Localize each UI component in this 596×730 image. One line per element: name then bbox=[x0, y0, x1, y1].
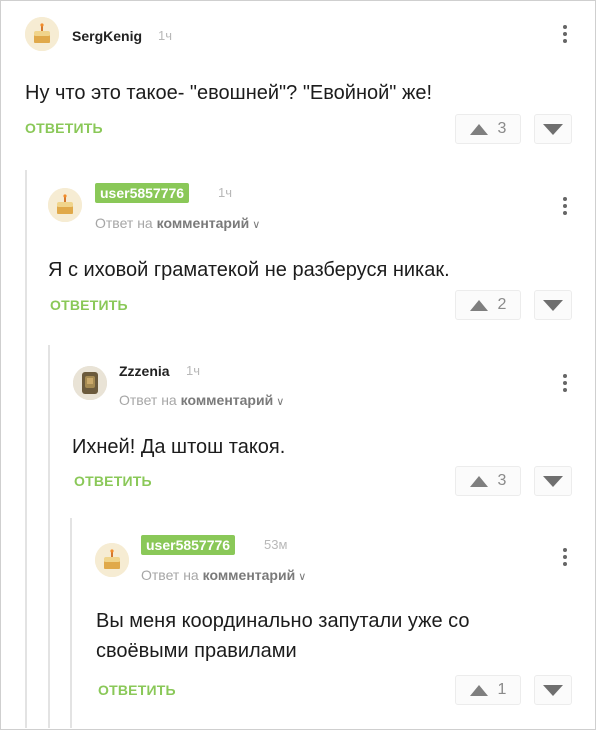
reply-target[interactable]: комментарий bbox=[157, 215, 250, 231]
reply-prefix: Ответ на bbox=[119, 392, 177, 408]
avatar[interactable] bbox=[25, 17, 59, 51]
upvote-icon bbox=[469, 475, 488, 487]
comment-text-line: Вы меня координально запутали уже со bbox=[96, 610, 470, 632]
upvote-icon bbox=[469, 299, 488, 311]
avatar[interactable] bbox=[48, 188, 82, 222]
chevron-down-icon: ∨ bbox=[252, 219, 261, 231]
timestamp: 1ч bbox=[186, 363, 201, 378]
comment-text: Я с иховой граматекой не разберуся никак… bbox=[48, 259, 450, 281]
username[interactable]: user5857776 bbox=[141, 535, 236, 555]
avatar[interactable] bbox=[73, 366, 107, 400]
more-menu-icon[interactable] bbox=[562, 23, 568, 45]
reply-target[interactable]: комментарий bbox=[181, 392, 274, 408]
cake-icon bbox=[25, 17, 59, 51]
upvote-button[interactable]: 3 bbox=[455, 114, 521, 144]
timestamp: 53м bbox=[264, 537, 288, 552]
comment-text: Ихней! Да штош такоя. bbox=[72, 436, 286, 458]
upvote-icon bbox=[469, 684, 488, 696]
comment-text: Ну что это такое- "евошней"? "Евойной" ж… bbox=[25, 82, 433, 104]
reply-to-link[interactable]: Ответ на комментарий ∨ bbox=[141, 567, 306, 583]
upvote-button[interactable]: 1 bbox=[455, 675, 521, 705]
reply-to-link[interactable]: Ответ на комментарий ∨ bbox=[95, 215, 260, 231]
downvote-button[interactable] bbox=[534, 675, 572, 705]
timestamp: 1ч bbox=[158, 28, 173, 43]
downvote-button[interactable] bbox=[534, 114, 572, 144]
vote-count: 3 bbox=[497, 120, 507, 137]
thread-line bbox=[70, 518, 72, 728]
more-menu-icon[interactable] bbox=[562, 546, 568, 568]
vote-count: 2 bbox=[497, 296, 507, 313]
downvote-icon bbox=[543, 299, 563, 311]
username[interactable]: SergKenig bbox=[72, 28, 142, 44]
reply-button[interactable]: ОТВЕТИТЬ bbox=[50, 297, 128, 313]
reply-prefix: Ответ на bbox=[95, 215, 153, 231]
downvote-icon bbox=[543, 684, 563, 696]
reply-to-link[interactable]: Ответ на комментарий ∨ bbox=[119, 392, 284, 408]
upvote-icon bbox=[469, 123, 488, 135]
chevron-down-icon: ∨ bbox=[276, 396, 285, 408]
cake-icon bbox=[48, 188, 82, 222]
thread-line bbox=[25, 170, 27, 728]
vote-count: 1 bbox=[497, 681, 507, 698]
downvote-icon bbox=[543, 123, 563, 135]
vote-count: 3 bbox=[497, 472, 507, 489]
reply-target[interactable]: комментарий bbox=[203, 567, 296, 583]
reply-button[interactable]: ОТВЕТИТЬ bbox=[74, 473, 152, 489]
upvote-button[interactable]: 2 bbox=[455, 290, 521, 320]
downvote-icon bbox=[543, 475, 563, 487]
username[interactable]: user5857776 bbox=[95, 183, 190, 203]
downvote-button[interactable] bbox=[534, 466, 572, 496]
upvote-button[interactable]: 3 bbox=[455, 466, 521, 496]
photo-avatar bbox=[73, 366, 107, 400]
timestamp: 1ч bbox=[218, 185, 233, 200]
cake-icon bbox=[95, 543, 129, 577]
chevron-down-icon: ∨ bbox=[298, 571, 307, 583]
thread-line bbox=[48, 345, 50, 728]
downvote-button[interactable] bbox=[534, 290, 572, 320]
comment-text-line: своёвыми правилами bbox=[96, 640, 297, 662]
comment-text: Вы меня координально запутали уже со сво… bbox=[96, 606, 470, 666]
more-menu-icon[interactable] bbox=[562, 372, 568, 394]
avatar[interactable] bbox=[95, 543, 129, 577]
more-menu-icon[interactable] bbox=[562, 195, 568, 217]
username[interactable]: Zzzenia bbox=[119, 363, 170, 379]
reply-prefix: Ответ на bbox=[141, 567, 199, 583]
reply-button[interactable]: ОТВЕТИТЬ bbox=[25, 120, 103, 136]
reply-button[interactable]: ОТВЕТИТЬ bbox=[98, 682, 176, 698]
